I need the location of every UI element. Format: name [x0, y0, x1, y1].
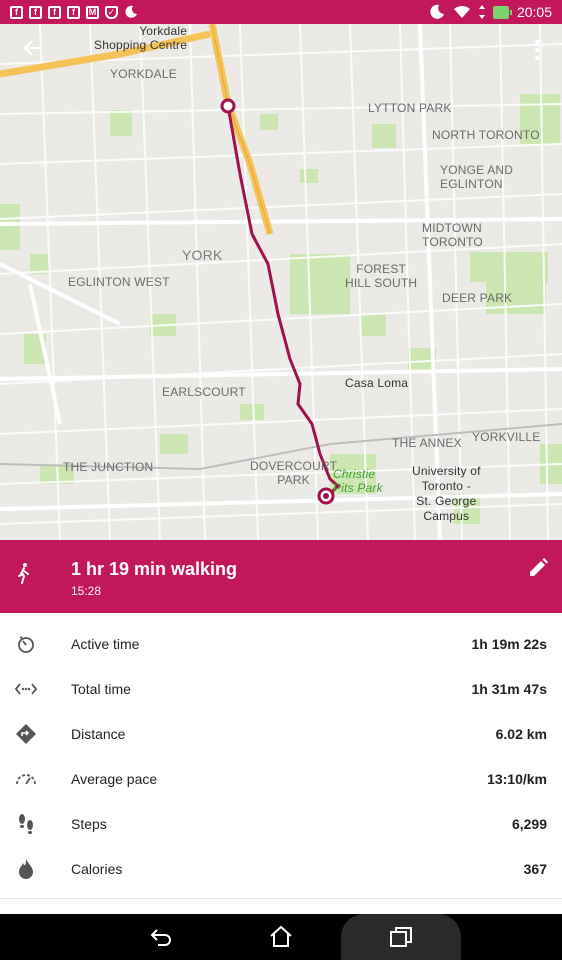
stat-row-active-time: Active time 1h 19m 22s — [0, 621, 562, 666]
map-label-forest-hill: FOREST HILL SOUTH — [345, 262, 418, 290]
map-label-yorkdale-shopping: Yorkdale Shopping Centre — [94, 24, 188, 52]
moon-icon — [125, 5, 137, 18]
map-label-north-toronto: NORTH TORONTO — [432, 128, 540, 142]
list-divider — [0, 898, 562, 899]
stat-row-total-time: Total time 1h 31m 47s — [0, 666, 562, 711]
map-label-lytton-park: LYTTON PARK — [368, 101, 452, 115]
stat-value: 1h 19m 22s — [471, 635, 548, 652]
facebook-icon: f — [67, 5, 80, 19]
calories-icon — [14, 857, 38, 881]
wifi-icon — [453, 5, 470, 18]
status-time: 20:05 — [516, 4, 552, 20]
stat-value: 13:10/km — [487, 770, 547, 787]
map-label-casa-loma: Casa Loma — [345, 376, 409, 390]
map-label-yorkdale: YORKDALE — [110, 67, 177, 81]
walking-icon — [18, 563, 29, 584]
facebook-icon: f — [48, 5, 61, 19]
map-label-yorkville: YORKVILLE — [472, 430, 541, 444]
system-nav-bar — [0, 914, 562, 960]
map-label-christie-pits: Christie Pits Park — [333, 467, 383, 495]
stat-label: Average pace — [71, 770, 158, 787]
overflow-menu-icon[interactable] — [534, 40, 540, 60]
moon-icon — [430, 4, 444, 19]
map-label-the-junction: THE JUNCTION — [63, 460, 154, 474]
map-label-midtown-toronto: MIDTOWN TORONTO — [422, 221, 483, 249]
nav-home-icon[interactable] — [268, 924, 294, 950]
steps-icon — [14, 812, 38, 836]
total-time-icon — [14, 677, 38, 701]
stat-label: Total time — [71, 680, 131, 697]
facebook-icon: f — [10, 5, 23, 19]
map-label-eglinton-west: EGLINTON WEST — [68, 275, 170, 289]
map-label-uoft: University of Toronto - St. George Campu… — [412, 464, 481, 523]
battery-icon — [492, 5, 512, 19]
stat-label: Active time — [71, 635, 140, 652]
pace-icon — [14, 767, 38, 791]
map-label-york: YORK — [182, 247, 223, 263]
edit-pencil-icon[interactable] — [526, 556, 550, 580]
stat-value: 367 — [523, 860, 547, 877]
stat-row-steps: Steps 6,299 — [0, 801, 562, 846]
notification-icons: f f f f M ✓ — [10, 5, 138, 19]
stat-row-distance: Distance 6.02 km — [0, 711, 562, 756]
gmail-icon: M — [86, 5, 99, 19]
stat-value: 6,299 — [511, 815, 547, 832]
stat-value: 6.02 km — [495, 725, 547, 742]
activity-header: 1 hr 19 min walking 15:28 — [0, 540, 562, 613]
facebook-icon: f — [29, 5, 42, 19]
stat-label: Steps — [71, 815, 107, 832]
map-label-yonge-eglinton: YONGE AND EGLINTON — [440, 163, 514, 191]
nav-back-icon[interactable] — [148, 924, 174, 950]
stat-row-average-pace: Average pace 13:10/km — [0, 756, 562, 801]
map-label-dovercourt-park: DOVERCOURT PARK — [250, 459, 338, 487]
stat-row-calories: Calories 367 — [0, 846, 562, 891]
map-label-earlscourt: EARLSCOURT — [162, 385, 246, 399]
data-arrows-icon — [478, 5, 485, 19]
timer-icon — [14, 632, 38, 656]
back-arrow-icon[interactable] — [22, 38, 46, 62]
stat-value: 1h 31m 47s — [471, 680, 548, 697]
distance-icon — [14, 722, 38, 746]
stat-label: Calories — [71, 860, 123, 877]
stat-label: Distance — [71, 725, 126, 742]
route-start-marker — [220, 98, 236, 114]
route-map[interactable]: Yorkdale Shopping Centre YORKDALE LYTTON… — [0, 24, 562, 540]
activity-title: 1 hr 19 min walking — [71, 559, 238, 579]
stats-list: Active time 1h 19m 22s Total time 1h 31m… — [0, 621, 562, 891]
map-label-deer-park: DEER PARK — [442, 291, 513, 305]
map-label-the-annex: THE ANNEX — [392, 436, 462, 450]
nav-recents-icon[interactable] — [388, 924, 414, 950]
activity-start-time: 15:28 — [71, 584, 102, 598]
status-bar: f f f f M ✓ 20:05 — [0, 0, 562, 24]
shield-icon: ✓ — [105, 5, 118, 19]
